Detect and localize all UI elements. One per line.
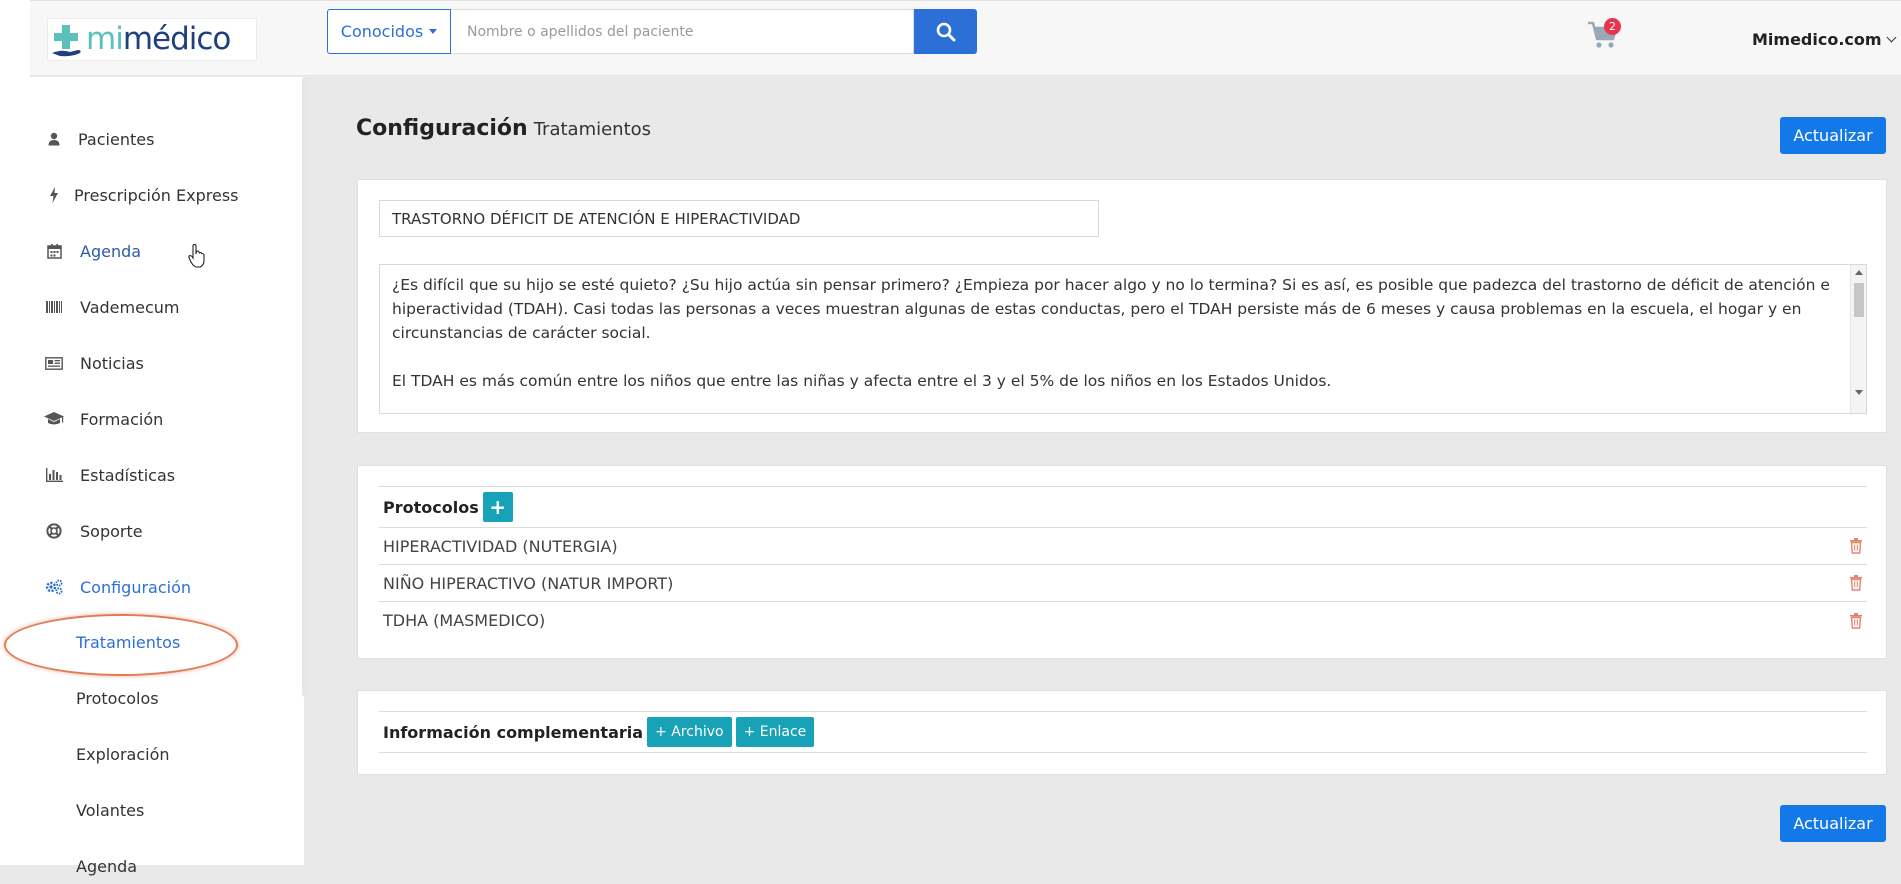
patient-filter-label: Conocidos [340, 22, 424, 41]
description-paragraph: El TDAH es más común entre los niños que… [392, 372, 1332, 390]
search-button[interactable] [914, 9, 977, 54]
sidebar-item-label: Estadísticas [80, 465, 176, 485]
life-ring-icon [44, 521, 64, 541]
add-protocol-button[interactable]: + [482, 492, 513, 522]
sidebar-item-label: Configuración [80, 577, 192, 597]
cogs-icon [44, 577, 64, 597]
treatment-name-value: TRASTORNO DÉFICIT DE ATENCIÓN E HIPERACT… [392, 209, 801, 228]
patient-filter-dropdown[interactable]: Conocidos [327, 9, 451, 54]
left-white-edge [0, 0, 30, 865]
sidebar-item-label: Formación [80, 409, 164, 429]
protocols-title: Protocolos [383, 497, 479, 517]
complementary-info-card: Información complementaria + Archivo + E… [357, 690, 1887, 775]
sidebar-scrollbar[interactable] [302, 77, 308, 697]
sidebar-item-label: Soporte [80, 521, 143, 541]
search-icon [936, 22, 955, 41]
newspaper-icon [44, 353, 64, 373]
scroll-up-arrow-icon[interactable] [1855, 270, 1863, 275]
protocol-name: HIPERACTIVIDAD (NUTERGIA) [383, 536, 618, 556]
trash-icon[interactable] [1849, 575, 1863, 591]
sidebar-subitem-label: Tratamientos [76, 632, 181, 652]
add-file-button[interactable]: + Archivo [647, 717, 732, 747]
hand-cross-logo-icon [52, 24, 81, 56]
treatment-description-textarea[interactable]: ¿Es difícil que su hijo se esté quieto? … [379, 264, 1867, 414]
protocol-row[interactable]: NIÑO HIPERACTIVO (NATUR IMPORT) [379, 565, 1867, 602]
treatment-card: TRASTORNO DÉFICIT DE ATENCIÓN E HIPERACT… [357, 179, 1887, 433]
sidebar-subitem-label: Volantes [76, 800, 145, 820]
trash-icon[interactable] [1849, 612, 1863, 629]
user-menu-label: Mimedico.com [1752, 29, 1882, 49]
sidebar-subitem-protocolos[interactable]: Protocolos [76, 680, 159, 716]
scroll-down-arrow-icon[interactable] [1855, 390, 1863, 395]
sidebar-item-label: Noticias [80, 353, 144, 373]
calendar-icon [44, 241, 64, 261]
sidebar-item-vademecum[interactable]: Vademecum [30, 287, 179, 327]
logo-text: mimédico [86, 21, 231, 57]
caret-down-icon [429, 29, 438, 34]
textarea-scrollbar[interactable] [1850, 265, 1866, 413]
user-menu[interactable]: Mimedico.com [1752, 26, 1897, 52]
sidebar-item-configuracion[interactable]: Configuración [30, 567, 191, 607]
scrollbar-thumb[interactable] [1854, 283, 1864, 317]
trash-icon[interactable] [1849, 538, 1863, 554]
sidebar-item-label: Prescripción Express [74, 185, 239, 205]
complementary-section-header: Información complementaria + Archivo + E… [379, 711, 1867, 753]
sidebar-item-formacion[interactable]: Formación [30, 399, 163, 439]
hand-cursor-icon [188, 243, 206, 272]
user-icon [44, 129, 64, 149]
sidebar-item-noticias[interactable]: Noticias [30, 343, 144, 383]
update-button-top[interactable]: Actualizar [1780, 117, 1886, 154]
page-title: Configuración Tratamientos [356, 116, 651, 141]
sidebar-item-label: Vademecum [80, 297, 180, 317]
sidebar-item-soporte[interactable]: Soporte [30, 511, 143, 551]
sidebar-item-label: Pacientes [78, 129, 155, 149]
bar-chart-icon [44, 465, 64, 485]
sidebar-item-agenda[interactable]: Agenda [30, 231, 141, 271]
protocol-row[interactable]: TDHA (MASMEDICO) [379, 602, 1867, 639]
cart-count-badge: 2 [1604, 18, 1621, 35]
chevron-down-icon [1886, 32, 1897, 42]
bolt-icon [44, 185, 64, 205]
sidebar-subitem-label: Exploración [76, 744, 170, 764]
sidebar-item-pacientes[interactable]: Pacientes [30, 119, 154, 159]
sidebar-subitem-exploracion[interactable]: Exploración [76, 736, 170, 772]
graduation-cap-icon [44, 409, 64, 429]
sidebar-item-prescripcion-express[interactable]: Prescripción Express [30, 175, 238, 215]
description-paragraph: ¿Es difícil que su hijo se esté quieto? … [392, 276, 1830, 342]
complementary-title: Información complementaria [383, 722, 644, 742]
patient-search-input[interactable] [451, 9, 914, 54]
update-button-bottom[interactable]: Actualizar [1780, 805, 1886, 842]
protocol-row[interactable]: HIPERACTIVIDAD (NUTERGIA) [379, 528, 1867, 565]
protocols-section-header: Protocolos + [379, 486, 1867, 528]
add-link-button[interactable]: + Enlace [735, 717, 815, 747]
protocol-name: NIÑO HIPERACTIVO (NATUR IMPORT) [383, 573, 674, 593]
app-logo[interactable]: mimédico [47, 18, 257, 61]
page-title-main: Configuración [356, 116, 528, 141]
barcode-icon [44, 297, 64, 317]
sidebar-subitem-volantes[interactable]: Volantes [76, 792, 144, 828]
sidebar-subitem-tratamientos[interactable]: Tratamientos [76, 624, 180, 660]
sidebar-item-label: Agenda [80, 241, 142, 261]
sidebar-subitem-label: Protocolos [76, 688, 159, 708]
sidebar-subitem-label: Agenda [76, 856, 138, 876]
page-subtitle: Tratamientos [533, 119, 652, 140]
treatment-name-input[interactable]: TRASTORNO DÉFICIT DE ATENCIÓN E HIPERACT… [379, 200, 1099, 237]
sidebar-item-estadisticas[interactable]: Estadísticas [30, 455, 175, 495]
protocols-card: Protocolos + HIPERACTIVIDAD (NUTERGIA) N… [357, 465, 1887, 659]
sidebar-subitem-agenda[interactable]: Agenda [76, 848, 137, 884]
protocol-name: TDHA (MASMEDICO) [383, 611, 546, 630]
